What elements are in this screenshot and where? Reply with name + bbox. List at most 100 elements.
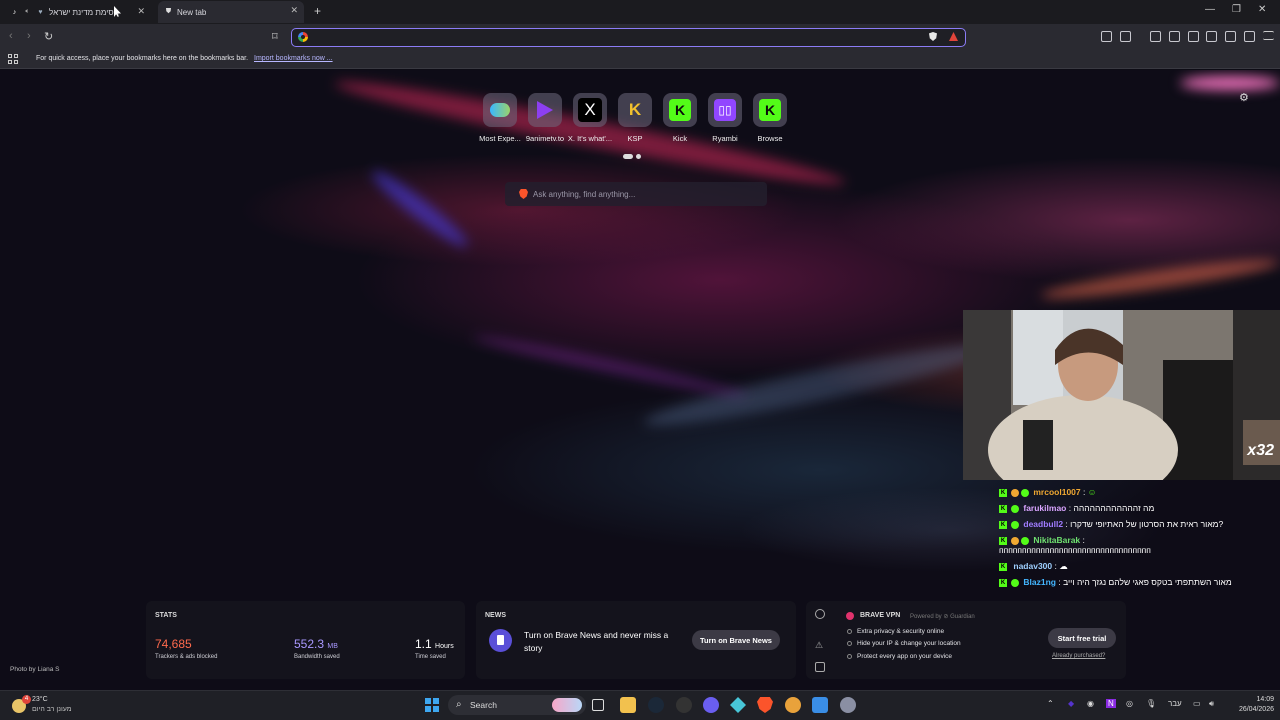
chat-user: nadav300 [1013, 561, 1053, 571]
photo-credit[interactable]: Photo by Liana S [10, 666, 60, 673]
card-icon[interactable] [815, 662, 825, 672]
top-site-kick[interactable]: K [663, 93, 697, 127]
weather-alert-badge: 4 [22, 695, 31, 704]
vpn-icon[interactable] [1244, 31, 1255, 42]
light-streak [367, 164, 473, 254]
wallet-icon[interactable] [1206, 31, 1217, 42]
heart-icon: ♥ [38, 8, 43, 16]
vpn-shield-icon[interactable] [815, 609, 825, 619]
time-number: 1.1 [415, 637, 432, 651]
light-streak [1039, 253, 1280, 305]
top-site-browse[interactable]: K [753, 93, 787, 127]
settings-icon[interactable] [840, 697, 856, 713]
top-site-most-expensive[interactable] [483, 93, 517, 127]
close-tab-icon[interactable]: ✕ [137, 6, 145, 17]
apps-grid-icon[interactable] [8, 54, 18, 64]
chat-user: Blaz1ng [1023, 577, 1056, 587]
file-explorer-icon[interactable] [620, 697, 636, 713]
tray-app-icon[interactable]: ◎ [1126, 699, 1133, 708]
vpn-provider: Guardian [950, 614, 975, 620]
tab-tiktok[interactable]: ♪ 🔈︎ ♥ חסימת מדינת ישראל ✕ [6, 2, 151, 22]
mute-icon[interactable]: 🔈︎ [23, 8, 32, 17]
new-tab-search-box[interactable] [505, 182, 767, 206]
reload-icon[interactable]: ↻ [44, 30, 53, 43]
address-bar[interactable] [291, 28, 966, 47]
trackers-blocked-value: 74,685 [155, 637, 192, 651]
extensions-icon[interactable] [1101, 31, 1112, 42]
close-tab-icon[interactable]: ✕ [290, 5, 298, 16]
tray-app-icon[interactable]: ◆ [1068, 699, 1074, 708]
reaction-count: x32 [1247, 442, 1274, 459]
steam-icon[interactable] [648, 697, 664, 713]
maximize-icon[interactable]: ❐ [1232, 4, 1241, 15]
leo-ai-icon[interactable] [1225, 31, 1236, 42]
discord-icon[interactable] [703, 697, 719, 713]
system-clock[interactable]: 14:09 26/04/2026 [1228, 695, 1274, 715]
mic-icon[interactable]: 🎙︎ [1146, 699, 1156, 708]
check-icon [847, 654, 852, 659]
time-saved-label: Time saved [415, 654, 446, 660]
chat-text: ппппппппппппппппппппппппппппппппп [999, 545, 1151, 555]
task-view-icon[interactable] [592, 699, 604, 711]
chat-message: K NikitaBarak : пппппппппппппппппппппппп… [999, 535, 1151, 555]
new-tab-search-input[interactable] [533, 187, 753, 201]
start-windows-icon[interactable] [425, 698, 439, 712]
new-tab-plus-icon[interactable]: + [314, 4, 321, 18]
top-site-x[interactable]: X [573, 93, 607, 127]
verified-badge-icon [1011, 578, 1019, 587]
menu-icon[interactable] [1263, 31, 1274, 40]
tab-new-tab[interactable]: ⛊ New tab ✕ [158, 1, 304, 23]
emote-icon: ☺ [1087, 487, 1097, 497]
customize-gear-icon[interactable]: ⚙ [1239, 91, 1249, 104]
chat-text: מאור ראית את הסרטון של האתיופי שדקרו? [1070, 519, 1224, 529]
top-sites-pager[interactable] [623, 154, 641, 159]
sub-badge-icon [1011, 536, 1019, 545]
taskbar-search[interactable]: ⌕ Search [448, 695, 586, 715]
kick-icon: K [669, 99, 691, 121]
bookmark-icon[interactable]: ⌑ [272, 30, 278, 43]
top-site-ryambi[interactable]: ▯▯ [708, 93, 742, 127]
chat-user: NikitaBarak [1033, 535, 1081, 545]
chat-text: מאור השתתפתי בטקס פאגי שלהם נגזך היה ויי… [1063, 577, 1232, 587]
chat-message: K Blaz1ng : מאור השתתפתי בטקס פאגי שלהם … [999, 577, 1232, 587]
kick-icon: K [759, 99, 781, 121]
import-bookmarks-link[interactable]: Import bookmarks now ... [254, 55, 333, 62]
start-free-trial-button[interactable]: Start free trial [1048, 628, 1116, 648]
language-indicator[interactable]: עבר [1168, 699, 1182, 708]
address-input[interactable] [312, 31, 902, 44]
app-icon[interactable] [676, 697, 692, 713]
sidebar-icon[interactable] [1188, 31, 1199, 42]
vpn-title: BRAVE VPN [860, 612, 901, 619]
light-streak [471, 331, 749, 401]
tray-onenote-icon[interactable]: N [1106, 699, 1116, 708]
top-site-ksp[interactable]: K [618, 93, 652, 127]
close-window-icon[interactable]: ✕ [1258, 4, 1266, 15]
downloads-icon[interactable] [1150, 31, 1161, 42]
vpn-powered-by: Powered by ⊘ Guardian [910, 613, 975, 620]
back-icon[interactable]: ‹ [9, 30, 13, 42]
kick-badge-icon: K [999, 536, 1007, 545]
taskbar-search-label: Search [470, 700, 497, 710]
chevron-up-icon[interactable]: ⌃ [1047, 699, 1054, 708]
top-site-9animetv[interactable] [528, 93, 562, 127]
minimize-icon[interactable]: — [1205, 4, 1215, 15]
forward-icon[interactable]: › [27, 30, 31, 42]
emote-icon: ☁ [1059, 561, 1068, 571]
network-icon[interactable]: ▭ [1193, 699, 1201, 708]
bookmarks-message-text: For quick access, place your bookmarks h… [36, 55, 249, 62]
volume-icon[interactable]: 🔊︎ [1209, 699, 1214, 709]
chat-message: K deadbull2 : מאור ראית את הסרטון של האת… [999, 519, 1224, 529]
kick-badge-icon: K [999, 504, 1007, 513]
verified-badge-icon [1021, 536, 1029, 545]
media-icon[interactable] [1169, 31, 1180, 42]
tray-app-icon[interactable]: ◉ [1087, 699, 1094, 708]
already-purchased-link[interactable]: Already purchased? [1052, 653, 1105, 659]
turn-on-news-button[interactable]: Turn on Brave News [692, 630, 780, 650]
tab-search-icon[interactable] [1120, 31, 1131, 42]
kick-badge-icon: K [999, 562, 1007, 571]
webcam-image [963, 310, 1280, 480]
warning-icon[interactable]: ⚠ [815, 635, 825, 650]
app-icon[interactable] [785, 697, 801, 713]
vpn-feature: Protect every app on your device [857, 653, 953, 660]
app-icon[interactable] [812, 697, 828, 713]
